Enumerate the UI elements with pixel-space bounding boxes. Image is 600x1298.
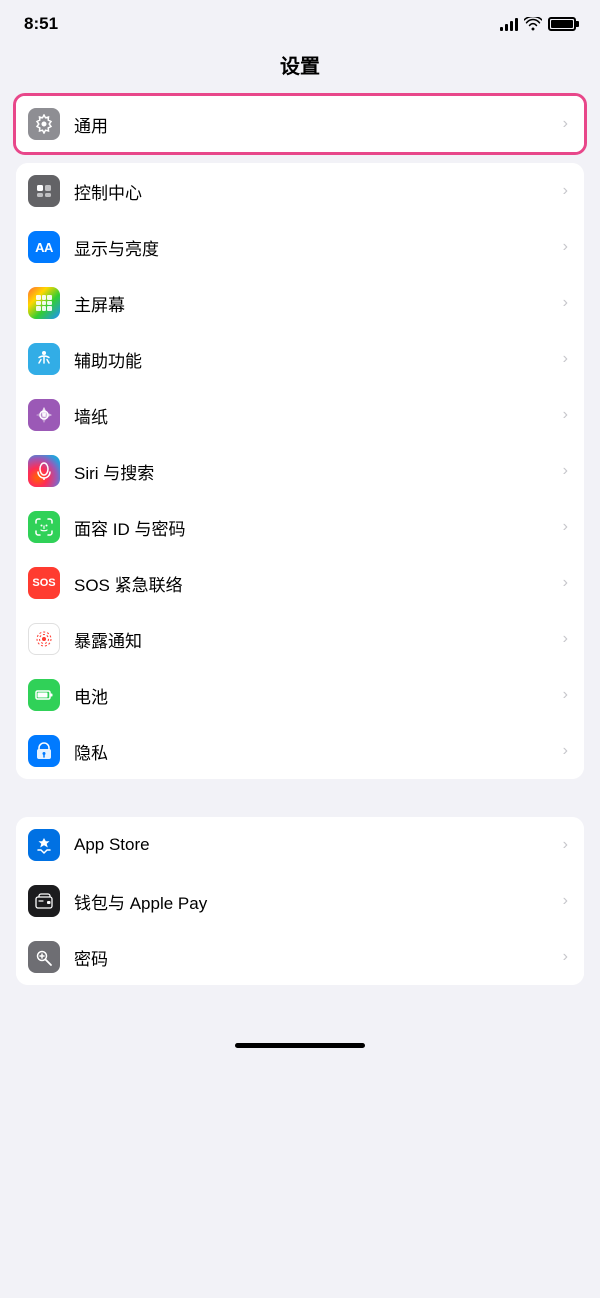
password-chevron: › xyxy=(563,948,568,966)
home-screen-chevron: › xyxy=(563,294,568,312)
section-store: App Store › 钱包与 Apple Pay › 密码 › xyxy=(16,817,584,985)
battery-label: 电池 xyxy=(74,683,555,708)
sos-label: SOS 紧急联络 xyxy=(74,571,555,596)
settings-item-appstore[interactable]: App Store › xyxy=(16,817,584,873)
faceid-label: 面容 ID 与密码 xyxy=(74,515,555,540)
section-general: 通用 › xyxy=(13,93,587,155)
privacy-chevron: › xyxy=(563,742,568,760)
control-center-icon xyxy=(28,175,60,207)
settings-item-wallpaper[interactable]: 墙纸 › xyxy=(16,387,584,443)
settings-item-home-screen[interactable]: 主屏幕 › xyxy=(16,275,584,331)
accessibility-label: 辅助功能 xyxy=(74,347,555,372)
general-label: 通用 xyxy=(74,112,555,137)
display-icon: AA xyxy=(28,231,60,263)
accessibility-chevron: › xyxy=(563,350,568,368)
display-chevron: › xyxy=(563,238,568,256)
settings-item-display[interactable]: AA 显示与亮度 › xyxy=(16,219,584,275)
sos-chevron: › xyxy=(563,574,568,592)
appstore-label: App Store xyxy=(74,835,555,855)
faceid-icon xyxy=(28,511,60,543)
settings-item-exposure[interactable]: 暴露通知 › xyxy=(16,611,584,667)
wifi-icon xyxy=(524,17,542,31)
battery-status-icon xyxy=(548,17,576,31)
control-center-label: 控制中心 xyxy=(74,179,555,204)
appstore-chevron: › xyxy=(563,836,568,854)
privacy-icon xyxy=(28,735,60,767)
settings-item-faceid[interactable]: 面容 ID 与密码 › xyxy=(16,499,584,555)
wallet-icon xyxy=(28,885,60,917)
status-icons xyxy=(500,17,576,31)
settings-item-password[interactable]: 密码 › xyxy=(16,929,584,985)
exposure-label: 暴露通知 xyxy=(74,627,555,652)
general-chevron: › xyxy=(563,115,568,133)
password-label: 密码 xyxy=(74,945,555,970)
section-main: 控制中心 › AA 显示与亮度 › 主屏幕 › xyxy=(16,163,584,779)
settings-item-general[interactable]: 通用 › xyxy=(16,96,584,152)
faceid-chevron: › xyxy=(563,518,568,536)
home-indicator-container xyxy=(0,993,600,1068)
siri-icon xyxy=(28,455,60,487)
battery-chevron: › xyxy=(563,686,568,704)
status-time: 8:51 xyxy=(24,14,58,34)
wallpaper-label: 墙纸 xyxy=(74,403,555,428)
home-indicator xyxy=(235,1043,365,1048)
control-center-chevron: › xyxy=(563,182,568,200)
exposure-icon xyxy=(28,623,60,655)
settings-item-control-center[interactable]: 控制中心 › xyxy=(16,163,584,219)
appstore-icon xyxy=(28,829,60,861)
general-icon xyxy=(28,108,60,140)
siri-label: Siri 与搜索 xyxy=(74,459,555,484)
settings-item-siri[interactable]: Siri 与搜索 › xyxy=(16,443,584,499)
status-bar: 8:51 xyxy=(0,0,600,42)
sos-icon: SOS xyxy=(28,567,60,599)
siri-chevron: › xyxy=(563,462,568,480)
battery-icon xyxy=(28,679,60,711)
wallet-chevron: › xyxy=(563,892,568,910)
password-icon xyxy=(28,941,60,973)
sos-icon-text: SOS xyxy=(32,577,55,589)
settings-item-sos[interactable]: SOS SOS 紧急联络 › xyxy=(16,555,584,611)
page-title: 设置 xyxy=(0,42,600,93)
settings-item-wallet[interactable]: 钱包与 Apple Pay › xyxy=(16,873,584,929)
home-screen-icon xyxy=(28,287,60,319)
wallpaper-icon xyxy=(28,399,60,431)
privacy-label: 隐私 xyxy=(74,739,555,764)
settings-item-privacy[interactable]: 隐私 › xyxy=(16,723,584,779)
wallpaper-chevron: › xyxy=(563,406,568,424)
accessibility-icon xyxy=(28,343,60,375)
home-screen-label: 主屏幕 xyxy=(74,291,555,316)
display-label: 显示与亮度 xyxy=(74,235,555,260)
display-icon-text: AA xyxy=(35,240,53,255)
signal-icon xyxy=(500,17,518,31)
settings-item-battery[interactable]: 电池 › xyxy=(16,667,584,723)
section-spacer xyxy=(0,787,600,817)
settings-item-accessibility[interactable]: 辅助功能 › xyxy=(16,331,584,387)
exposure-chevron: › xyxy=(563,630,568,648)
wallet-label: 钱包与 Apple Pay xyxy=(74,889,555,914)
